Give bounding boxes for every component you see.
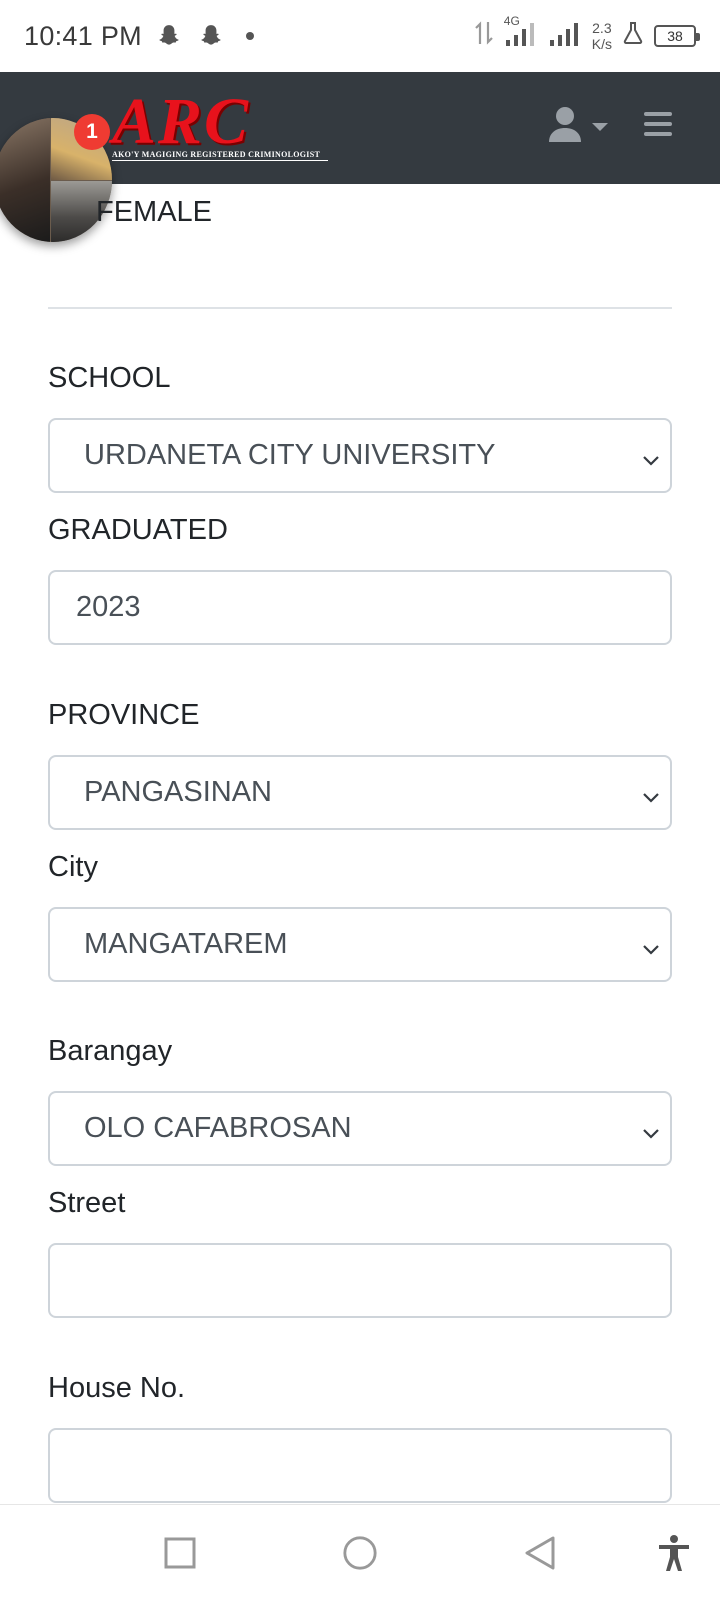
chevron-down-icon bbox=[640, 446, 662, 468]
user-dropdown-toggle[interactable] bbox=[548, 106, 608, 147]
signal-icon: 4G bbox=[504, 14, 538, 53]
chevron-down-icon bbox=[640, 783, 662, 805]
school-label: SCHOOL bbox=[48, 362, 171, 394]
notification-dot-icon bbox=[245, 32, 254, 40]
snapchat-icon bbox=[196, 21, 226, 51]
hamburger-menu-icon[interactable] bbox=[644, 112, 672, 136]
province-value: PANGASINAN bbox=[84, 776, 273, 808]
graduated-input[interactable]: 2023 bbox=[48, 570, 672, 645]
street-label: Street bbox=[48, 1187, 126, 1219]
city-value: MANGATAREM bbox=[84, 928, 288, 960]
province-label: PROVINCE bbox=[48, 699, 200, 731]
status-left: 10:41 PM bbox=[24, 21, 254, 52]
recent-apps-icon[interactable] bbox=[162, 1535, 198, 1571]
gender-value: FEMALE bbox=[96, 196, 213, 228]
barangay-select[interactable]: OLO CAFABROSAN bbox=[48, 1091, 672, 1166]
graduated-label: GRADUATED bbox=[48, 514, 228, 546]
data-arrows-icon bbox=[474, 18, 494, 53]
brand-tagline: AKO'Y MAGIGING REGISTERED CRIMINOLOGIST bbox=[112, 150, 328, 161]
lab-icon bbox=[622, 21, 644, 50]
province-select[interactable]: PANGASINAN bbox=[48, 755, 672, 830]
home-icon[interactable] bbox=[342, 1535, 378, 1571]
graduated-value: 2023 bbox=[76, 591, 141, 623]
status-time: 10:41 PM bbox=[24, 20, 142, 51]
battery-icon: 38 bbox=[654, 24, 700, 47]
status-right: 4G 2.3 K/s 38 bbox=[474, 14, 700, 53]
network-type: 4G bbox=[503, 14, 520, 28]
chevron-down-icon bbox=[640, 935, 662, 957]
system-nav-bar bbox=[0, 1504, 720, 1600]
user-icon bbox=[548, 106, 582, 147]
avatar-photo bbox=[0, 118, 50, 242]
barangay-label: Barangay bbox=[48, 1035, 173, 1067]
caret-down-icon bbox=[592, 122, 608, 131]
chevron-down-icon bbox=[640, 1119, 662, 1141]
school-select[interactable]: URDANETA CITY UNIVERSITY bbox=[48, 418, 672, 493]
city-label: City bbox=[48, 851, 98, 883]
barangay-value: OLO CAFABROSAN bbox=[84, 1112, 352, 1144]
chat-head-badge: 1 bbox=[74, 114, 110, 150]
divider bbox=[48, 307, 672, 309]
speed-unit: K/s bbox=[591, 35, 612, 52]
brand-logo[interactable]: ARC AKO'Y MAGIGING REGISTERED CRIMINOLOG… bbox=[108, 85, 328, 166]
speed-value: 2.3 bbox=[592, 19, 612, 36]
house-no-label: House No. bbox=[48, 1372, 186, 1404]
school-value: URDANETA CITY UNIVERSITY bbox=[84, 439, 496, 471]
street-input[interactable] bbox=[48, 1243, 672, 1318]
signal-icon bbox=[548, 18, 582, 53]
city-select[interactable]: MANGATAREM bbox=[48, 907, 672, 982]
network-speed: 2.3 K/s bbox=[592, 20, 612, 52]
status-bar: 10:41 PM 4G 2.3 K/s 38 bbox=[0, 0, 720, 72]
house-no-input[interactable] bbox=[48, 1428, 672, 1503]
snapchat-icon bbox=[154, 21, 184, 51]
accessibility-icon[interactable] bbox=[656, 1535, 692, 1571]
back-icon[interactable] bbox=[522, 1535, 558, 1571]
battery-level: 38 bbox=[667, 27, 683, 44]
